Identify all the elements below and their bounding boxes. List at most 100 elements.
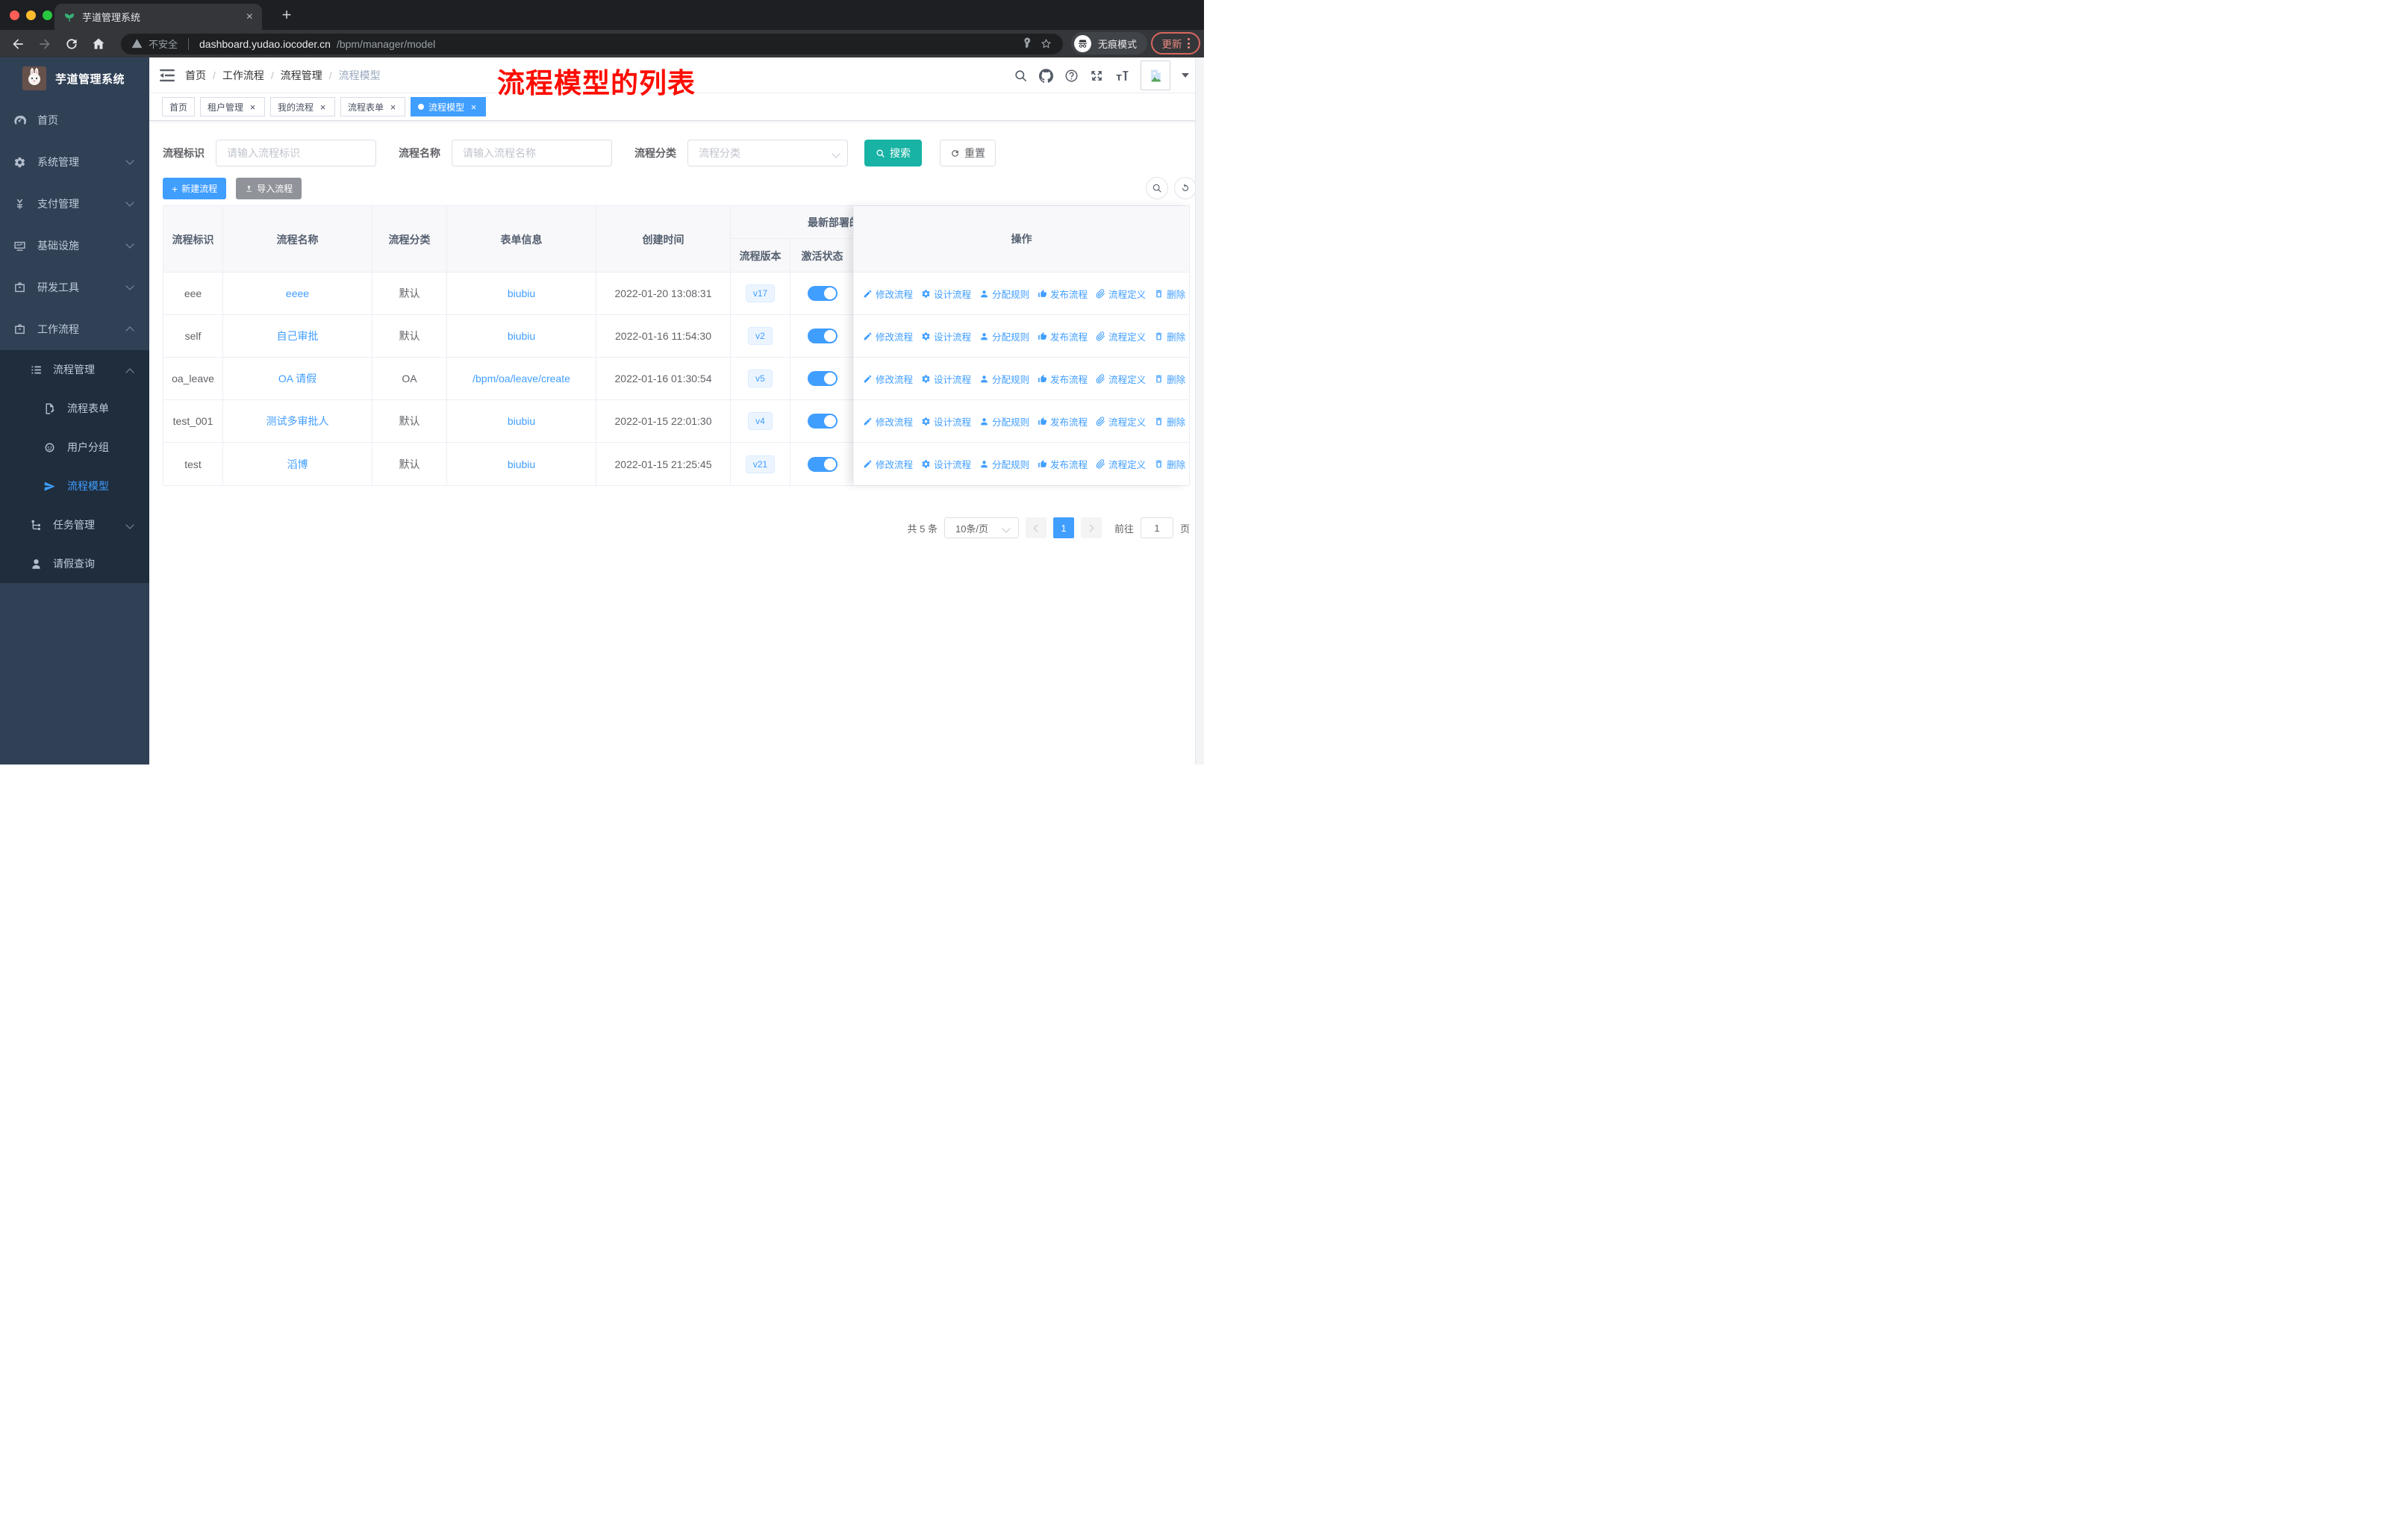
password-key-icon[interactable] <box>1021 37 1034 50</box>
tag-view-item[interactable]: 我的流程 <box>270 97 336 116</box>
assign-rule-link[interactable]: 分配规则 <box>979 457 1029 471</box>
design-model-link[interactable]: 设计流程 <box>921 457 971 471</box>
process-definition-link[interactable]: 流程定义 <box>1096 329 1146 343</box>
tag-close-icon[interactable] <box>469 102 478 112</box>
assign-rule-link[interactable]: 分配规则 <box>979 287 1029 301</box>
sidebar-menu-item[interactable]: 流程表单 <box>0 389 149 428</box>
zoom-window-button[interactable] <box>43 10 52 20</box>
home-button[interactable] <box>91 37 106 52</box>
edit-model-link[interactable]: 修改流程 <box>863 329 913 343</box>
bookmark-star-icon[interactable] <box>1040 37 1052 50</box>
minimize-window-button[interactable] <box>26 10 36 20</box>
search-icon[interactable] <box>1014 69 1028 83</box>
assign-rule-link[interactable]: 分配规则 <box>979 414 1029 429</box>
sidebar-menu-item[interactable]: 系统管理 <box>0 141 149 183</box>
sidebar-menu-item[interactable]: 请假查询 <box>0 544 149 583</box>
delete-model-link[interactable]: 删除 <box>1154 372 1185 386</box>
name-filter-input[interactable] <box>452 140 612 166</box>
delete-model-link[interactable]: 删除 <box>1154 329 1185 343</box>
prev-page-button[interactable] <box>1025 517 1047 538</box>
category-filter-select[interactable] <box>687 140 848 166</box>
browser-menu-icon[interactable] <box>1187 38 1190 49</box>
form-info-link[interactable]: /bpm/oa/leave/create <box>472 373 570 384</box>
form-info-link[interactable]: biubiu <box>508 415 535 427</box>
sidebar-menu-item[interactable]: 用户分组 <box>0 428 149 467</box>
edit-model-link[interactable]: 修改流程 <box>863 287 913 301</box>
github-icon[interactable] <box>1039 68 1053 83</box>
back-button[interactable] <box>10 37 25 52</box>
page-size-select[interactable]: 10条/页 <box>943 517 1019 538</box>
page-number-current[interactable]: 1 <box>1052 517 1074 538</box>
process-definition-link[interactable]: 流程定义 <box>1096 457 1146 471</box>
publish-model-link[interactable]: 发布流程 <box>1038 457 1088 471</box>
create-model-button[interactable]: 新建流程 <box>163 178 227 199</box>
tag-view-item[interactable]: 流程模型 <box>411 97 487 116</box>
process-definition-link[interactable]: 流程定义 <box>1096 287 1146 301</box>
active-toggle[interactable] <box>807 286 838 301</box>
close-window-button[interactable] <box>10 10 19 20</box>
form-info-link[interactable]: biubiu <box>508 287 535 299</box>
import-model-button[interactable]: 导入流程 <box>236 178 302 199</box>
sidebar-menu-item[interactable]: 首页 <box>0 99 149 141</box>
publish-model-link[interactable]: 发布流程 <box>1038 372 1088 386</box>
address-bar[interactable]: 不安全 dashboard.yudao.iocoder.cn/bpm/manag… <box>121 33 1063 55</box>
browser-update-button[interactable]: 更新 <box>1151 32 1200 55</box>
fullscreen-icon[interactable] <box>1090 69 1104 83</box>
process-definition-link[interactable]: 流程定义 <box>1096 372 1146 386</box>
breadcrumb-item[interactable]: 工作流程 <box>206 68 264 83</box>
tag-view-item[interactable]: 流程表单 <box>340 97 406 116</box>
not-secure-warning-icon[interactable] <box>131 38 143 49</box>
tag-close-icon[interactable] <box>248 102 258 112</box>
delete-model-link[interactable]: 删除 <box>1154 414 1185 429</box>
user-avatar[interactable] <box>1141 60 1170 90</box>
assign-rule-link[interactable]: 分配规则 <box>979 329 1029 343</box>
design-model-link[interactable]: 设计流程 <box>921 372 971 386</box>
edit-model-link[interactable]: 修改流程 <box>863 372 913 386</box>
active-toggle[interactable] <box>807 328 838 343</box>
process-definition-link[interactable]: 流程定义 <box>1096 414 1146 429</box>
design-model-link[interactable]: 设计流程 <box>921 329 971 343</box>
tag-view-item[interactable]: 租户管理 <box>200 97 266 116</box>
model-name-link[interactable]: 滔博 <box>287 457 308 472</box>
goto-page-input[interactable] <box>1140 517 1173 538</box>
tag-view-item[interactable]: 首页 <box>162 97 196 116</box>
publish-model-link[interactable]: 发布流程 <box>1038 414 1088 429</box>
sidebar-menu-item[interactable]: 流程管理 <box>0 350 149 389</box>
forward-button[interactable] <box>37 37 52 52</box>
toggle-search-button[interactable] <box>1146 177 1168 199</box>
delete-model-link[interactable]: 删除 <box>1154 457 1185 471</box>
design-model-link[interactable]: 设计流程 <box>921 414 971 429</box>
publish-model-link[interactable]: 发布流程 <box>1038 329 1088 343</box>
sidebar-menu-item[interactable]: 流程模型 <box>0 467 149 505</box>
breadcrumb-item[interactable]: 流程模型 <box>322 68 381 83</box>
design-model-link[interactable]: 设计流程 <box>921 287 971 301</box>
tag-close-icon[interactable] <box>388 102 398 112</box>
active-toggle[interactable] <box>807 371 838 386</box>
tag-close-icon[interactable] <box>318 102 328 112</box>
edit-model-link[interactable]: 修改流程 <box>863 414 913 429</box>
form-info-link[interactable]: biubiu <box>508 458 535 470</box>
model-name-link[interactable]: OA 请假 <box>278 371 316 386</box>
reset-button[interactable]: 重置 <box>940 140 996 166</box>
sidebar-menu-item[interactable]: 工作流程 <box>0 308 149 350</box>
sidebar-menu-item[interactable]: 支付管理 <box>0 183 149 225</box>
delete-model-link[interactable]: 删除 <box>1154 287 1185 301</box>
model-name-link[interactable]: eeee <box>286 287 309 299</box>
breadcrumb-item[interactable]: 流程管理 <box>264 68 322 83</box>
publish-model-link[interactable]: 发布流程 <box>1038 287 1088 301</box>
help-icon[interactable] <box>1064 69 1079 83</box>
model-name-link[interactable]: 测试多审批人 <box>266 414 329 429</box>
avatar-dropdown-caret-icon[interactable] <box>1182 73 1189 78</box>
tab-close-icon[interactable] <box>246 10 253 24</box>
assign-rule-link[interactable]: 分配规则 <box>979 372 1029 386</box>
reload-button[interactable] <box>64 37 79 52</box>
refresh-table-button[interactable] <box>1174 177 1197 199</box>
model-name-link[interactable]: 自己审批 <box>277 328 319 343</box>
page-scrollbar[interactable] <box>1195 57 1204 764</box>
next-page-button[interactable] <box>1080 517 1102 538</box>
browser-tab[interactable]: 芋道管理系统 <box>54 4 262 30</box>
active-toggle[interactable] <box>807 414 838 429</box>
form-info-link[interactable]: biubiu <box>508 330 535 342</box>
font-size-icon[interactable] <box>1115 69 1129 83</box>
breadcrumb-item[interactable]: 首页 <box>185 68 206 83</box>
